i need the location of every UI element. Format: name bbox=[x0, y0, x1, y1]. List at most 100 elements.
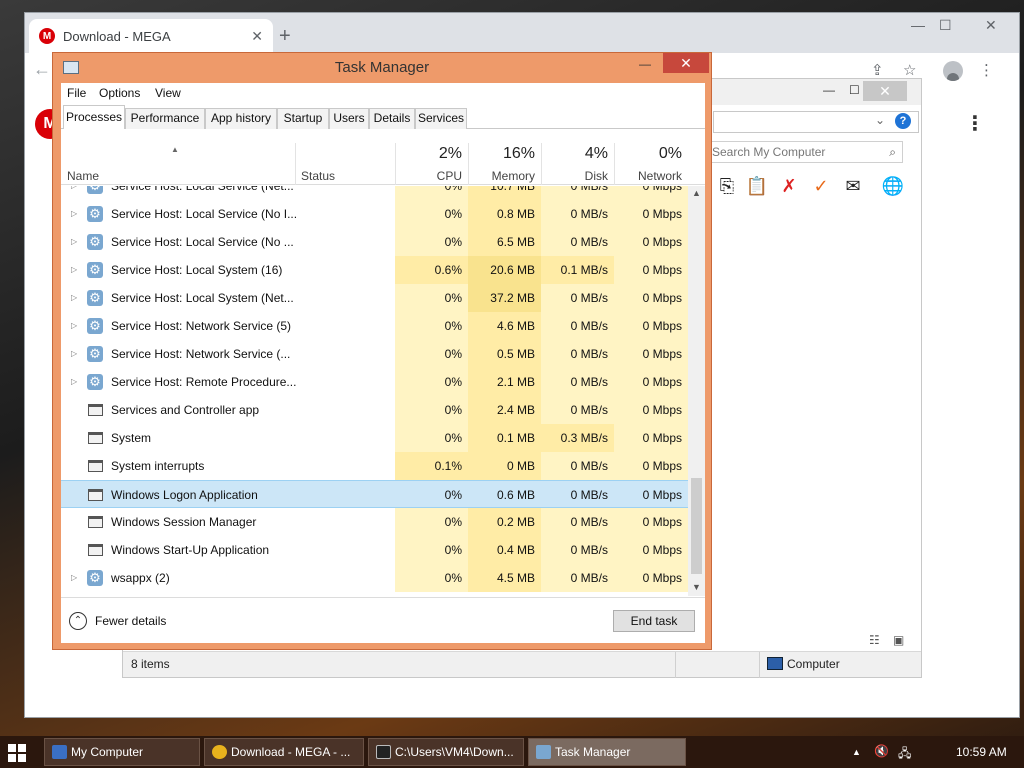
process-name: Windows Start-Up Application bbox=[111, 543, 270, 557]
explorer-maximize-button[interactable]: ☐ bbox=[849, 83, 860, 97]
fewer-details-link[interactable]: Fewer details bbox=[95, 614, 166, 628]
scroll-down-arrow-icon[interactable]: ▼ bbox=[692, 582, 701, 592]
explorer-address-bar[interactable] bbox=[713, 111, 919, 133]
copy-icon[interactable]: ⎘ bbox=[715, 175, 739, 197]
tm-close-button[interactable]: ✕ bbox=[663, 53, 709, 73]
column-disk[interactable]: 4% Disk bbox=[541, 129, 614, 185]
properties-icon[interactable]: ✉ bbox=[841, 175, 865, 197]
taskbar-item-7zip[interactable]: C:\Users\VM4\Down... bbox=[368, 738, 524, 766]
tray-overflow-chevron-icon[interactable]: ▲ bbox=[852, 747, 861, 757]
menu-view[interactable]: View bbox=[155, 86, 181, 100]
network-icon[interactable]: 🖧 bbox=[898, 744, 911, 765]
table-row[interactable]: System interrupts 0.1% 0 MB 0 MB/s 0 Mbps bbox=[61, 452, 688, 480]
windows-start-icon[interactable] bbox=[8, 744, 26, 762]
details-view-icon[interactable]: ☷ bbox=[869, 633, 880, 647]
close-icon[interactable]: ✕ bbox=[251, 28, 263, 45]
expand-arrow-icon[interactable]: ▷ bbox=[71, 256, 77, 284]
column-status[interactable]: Status bbox=[301, 169, 335, 183]
table-row[interactable]: ▷ ⚙ Service Host: Local System (Net... 0% 37… bbox=[61, 284, 688, 312]
column-cpu[interactable]: 2% CPU bbox=[395, 129, 468, 185]
chrome-tab-mega[interactable]: M Download - MEGA ✕ bbox=[29, 19, 273, 53]
minimize-button[interactable]: — bbox=[911, 17, 925, 33]
expand-arrow-icon[interactable]: ▷ bbox=[71, 368, 77, 396]
disk-label: Disk bbox=[584, 169, 608, 183]
expand-arrow-icon[interactable]: ▷ bbox=[71, 186, 77, 200]
tiles-view-icon[interactable]: ▣ bbox=[893, 633, 904, 647]
column-name[interactable]: Name bbox=[67, 169, 99, 183]
table-row[interactable]: ▷ ⚙ Service Host: Remote Procedure... 0% 2.1… bbox=[61, 368, 688, 396]
explorer-close-button[interactable]: ✕ bbox=[863, 81, 907, 101]
7zip-icon bbox=[376, 745, 391, 759]
expand-arrow-icon[interactable]: ▷ bbox=[71, 312, 77, 340]
table-row[interactable]: ▷ ⚙ Service Host: Network Service (... 0% 0.… bbox=[61, 340, 688, 368]
taskbar-item-task-manager[interactable]: Task Manager bbox=[528, 738, 686, 766]
process-cpu-value: 0.6% bbox=[395, 256, 468, 284]
tab-users[interactable]: Users bbox=[329, 108, 369, 129]
expand-arrow-icon[interactable]: ▷ bbox=[71, 564, 77, 592]
table-row[interactable]: ▷ ⚙ Service Host: Local Service (Net... 0%1… bbox=[61, 186, 688, 200]
column-memory[interactable]: 16% Memory bbox=[468, 129, 541, 185]
share-icon[interactable]: ⇪ bbox=[871, 61, 884, 79]
menu-file[interactable]: File bbox=[67, 86, 86, 100]
process-disk-value: 0.1 MB/s bbox=[541, 256, 614, 284]
table-row[interactable]: Windows Logon Application 0% 0.6 MB 0 MB/s 0… bbox=[61, 480, 688, 508]
tab-details[interactable]: Details bbox=[369, 108, 415, 129]
process-name: System bbox=[111, 431, 152, 445]
process-disk-value: 0.3 MB/s bbox=[541, 424, 614, 452]
new-tab-button[interactable]: + bbox=[279, 25, 291, 48]
table-row[interactable]: Windows Start-Up Application 0% 0.4 MB 0 MB… bbox=[61, 536, 688, 564]
taskbar-clock[interactable]: 10:59 AM bbox=[956, 745, 1007, 759]
process-cpu-value: 0% bbox=[395, 564, 468, 592]
tm-minimize-button[interactable]: — bbox=[639, 57, 651, 71]
table-row[interactable]: ▷ ⚙ Service Host: Local System (16) 0.6% 20.… bbox=[61, 256, 688, 284]
maximize-button[interactable]: ☐ bbox=[939, 17, 952, 34]
tab-processes[interactable]: Processes bbox=[63, 105, 125, 130]
tab-startup[interactable]: Startup bbox=[277, 108, 329, 129]
page-menu-icon[interactable]: ⋮ bbox=[965, 111, 985, 136]
vertical-scrollbar[interactable]: ▲ ▼ bbox=[688, 186, 705, 596]
tab-app-history[interactable]: App history bbox=[205, 108, 277, 129]
expand-arrow-icon[interactable]: ▷ bbox=[71, 340, 77, 368]
tab-services[interactable]: Services bbox=[415, 108, 467, 129]
globe-icon[interactable]: 🌐 bbox=[881, 175, 905, 197]
chrome-menu-icon[interactable]: ⋮ bbox=[979, 61, 994, 79]
table-row[interactable]: ▷ ⚙ Service Host: Local Service (No ... 0% 6… bbox=[61, 228, 688, 256]
table-row[interactable]: Windows Session Manager 0% 0.2 MB 0 MB/s 0 M… bbox=[61, 508, 688, 536]
table-row[interactable]: ▷ ⚙ Service Host: Local Service (No I... 0%… bbox=[61, 200, 688, 228]
close-window-button[interactable]: ✕ bbox=[985, 17, 997, 34]
chevron-down-icon[interactable]: ⌄ bbox=[875, 113, 885, 127]
process-list: ▷⚙Service Host: Local Service (Net...0%1… bbox=[61, 186, 688, 596]
expand-arrow-icon[interactable]: ▷ bbox=[71, 200, 77, 228]
scrollbar-thumb[interactable] bbox=[691, 478, 702, 574]
table-row[interactable]: ▷ ⚙ Service Host: Network Service (5) 0% 4.6… bbox=[61, 312, 688, 340]
paste-icon[interactable]: 📋 bbox=[745, 175, 769, 197]
column-divider[interactable] bbox=[295, 143, 296, 185]
fewer-details-icon[interactable]: ⌃ bbox=[69, 612, 87, 630]
column-network[interactable]: 0% Network bbox=[614, 129, 688, 185]
delete-icon[interactable]: ✗ bbox=[777, 175, 801, 197]
expand-arrow-icon[interactable]: ▷ bbox=[71, 228, 77, 256]
table-row[interactable]: ▷ ⚙ wsappx (2) 0% 4.5 MB 0 MB/s 0 Mbps bbox=[61, 564, 688, 592]
help-icon[interactable]: ? bbox=[895, 113, 911, 129]
taskbar-item-my-computer[interactable]: My Computer bbox=[44, 738, 200, 766]
end-task-button[interactable]: End task bbox=[613, 610, 695, 632]
explorer-search-input[interactable]: Search My Computer ⌕ bbox=[709, 141, 903, 163]
scroll-up-arrow-icon[interactable]: ▲ bbox=[692, 188, 701, 198]
memory-total-percent: 16% bbox=[502, 145, 535, 162]
expand-arrow-icon[interactable]: ▷ bbox=[71, 284, 77, 312]
taskbar-item-chrome[interactable]: Download - MEGA - ... bbox=[204, 738, 364, 766]
menu-options[interactable]: Options bbox=[99, 86, 140, 100]
task-manager-title: Task Manager bbox=[334, 59, 430, 76]
bookmark-star-icon[interactable]: ☆ bbox=[903, 61, 916, 79]
tab-performance[interactable]: Performance bbox=[125, 108, 205, 129]
status-divider bbox=[675, 652, 676, 678]
checkmark-icon[interactable]: ✓ bbox=[809, 175, 833, 197]
explorer-minimize-button[interactable]: — bbox=[823, 83, 835, 97]
back-button[interactable]: ← bbox=[33, 59, 51, 80]
search-icon[interactable]: ⌕ bbox=[889, 145, 896, 160]
table-row[interactable]: Services and Controller app 0% 2.4 MB 0 MB/… bbox=[61, 396, 688, 424]
volume-muted-icon[interactable]: 🔇 bbox=[874, 744, 889, 758]
search-placeholder: Search My Computer bbox=[712, 145, 826, 159]
table-row[interactable]: System 0% 0.1 MB 0.3 MB/s 0 Mbps bbox=[61, 424, 688, 452]
profile-avatar[interactable] bbox=[943, 61, 963, 81]
